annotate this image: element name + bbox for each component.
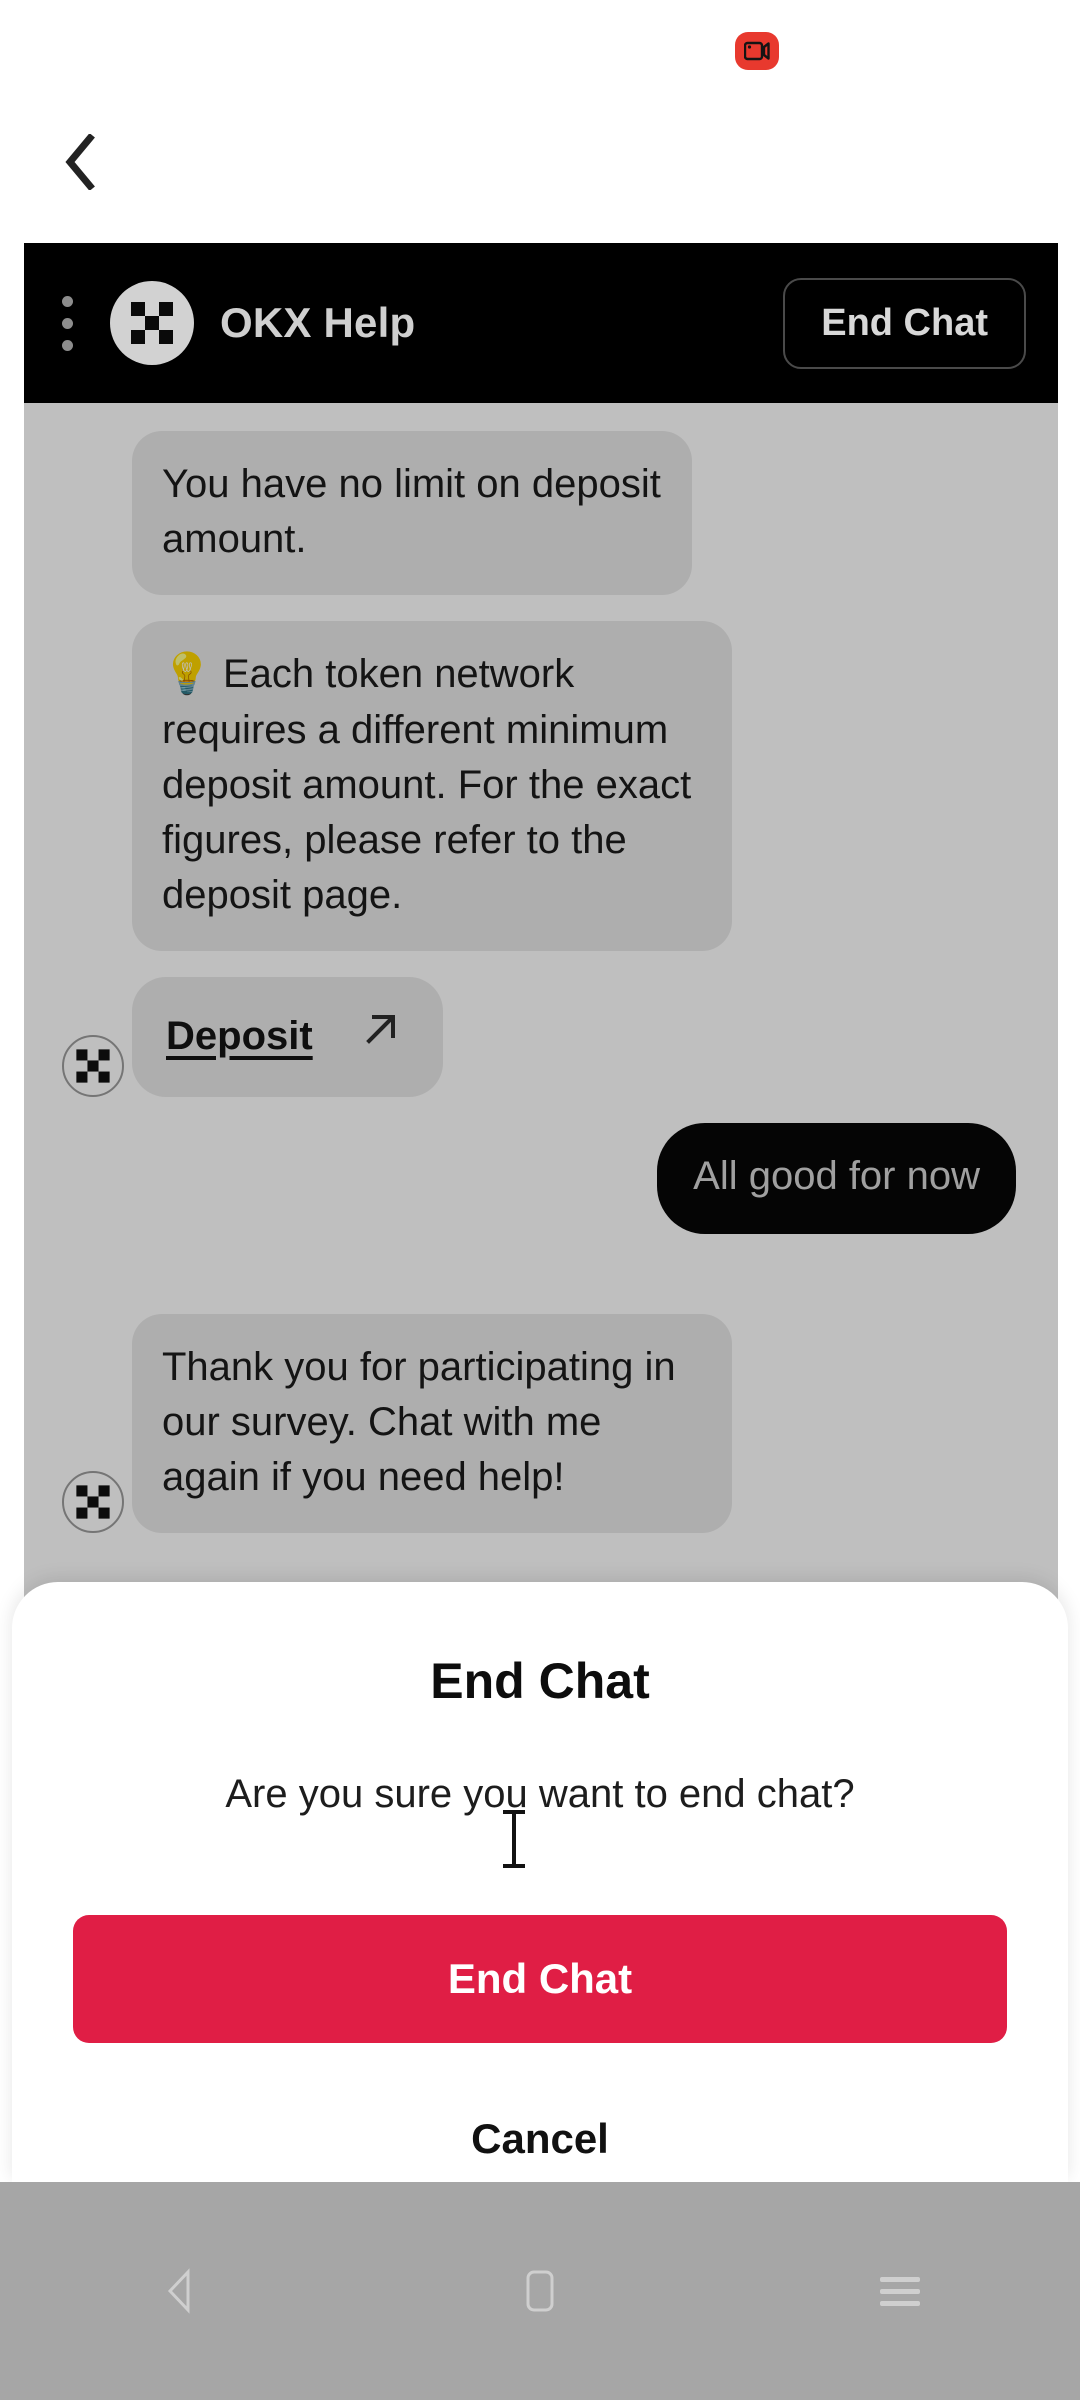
- cancel-button[interactable]: Cancel: [431, 2099, 649, 2179]
- chat-title: OKX Help: [220, 299, 416, 346]
- deposit-link-label: Deposit: [166, 1014, 313, 1059]
- agent-message-text: Each token network requires a different …: [162, 652, 692, 918]
- okx-logo-icon: [110, 281, 194, 365]
- lines-recents-icon[interactable]: [820, 2231, 980, 2351]
- text-cursor: [503, 1810, 525, 1868]
- agent-message-bubble: You have no limit on deposit amount.: [132, 431, 692, 596]
- okx-logo-icon: [62, 1471, 124, 1534]
- system-navigation-bar: [0, 2182, 1080, 2400]
- user-message-bubble: All good for now: [657, 1122, 1016, 1234]
- video-camera-icon: [744, 41, 770, 61]
- arrow-up-right-icon: [359, 1007, 403, 1066]
- end-chat-header-button[interactable]: End Chat: [783, 277, 1026, 369]
- chat-message-row: You have no limit on deposit amount.: [24, 431, 1058, 596]
- kebab-menu-icon[interactable]: [24, 295, 110, 351]
- avatar: [54, 1471, 132, 1534]
- end-chat-confirm-sheet: End Chat Are you sure you want to end ch…: [12, 1582, 1068, 2182]
- sheet-title: End Chat: [430, 1653, 650, 1709]
- chat-message-row: All good for now: [24, 1122, 1058, 1234]
- confirm-end-chat-button[interactable]: End Chat: [73, 1915, 1007, 2043]
- deposit-link-card[interactable]: Deposit: [132, 977, 443, 1097]
- back-button[interactable]: [48, 132, 112, 196]
- agent-message-bubble: Thank you for participating in our surve…: [132, 1313, 732, 1534]
- square-home-icon[interactable]: [460, 2231, 620, 2351]
- sheet-subtitle: Are you sure you want to end chat?: [225, 1772, 855, 1816]
- lightbulb-icon: 💡: [162, 652, 212, 697]
- agent-message-bubble: 💡 Each token network requires a differen…: [132, 621, 732, 952]
- chat-header: OKX Help End Chat: [24, 243, 1058, 403]
- chat-message-row: 💡 Each token network requires a differen…: [24, 621, 1058, 952]
- okx-logo-icon: [62, 1034, 124, 1097]
- triangle-back-icon[interactable]: [100, 2231, 260, 2351]
- chat-message-row: Deposit: [24, 977, 1058, 1097]
- screen-recording-badge: [735, 32, 779, 70]
- chat-message-row: Thank you for participating in our surve…: [24, 1313, 1058, 1534]
- chevron-left-icon: [63, 132, 97, 195]
- avatar: [54, 1034, 132, 1097]
